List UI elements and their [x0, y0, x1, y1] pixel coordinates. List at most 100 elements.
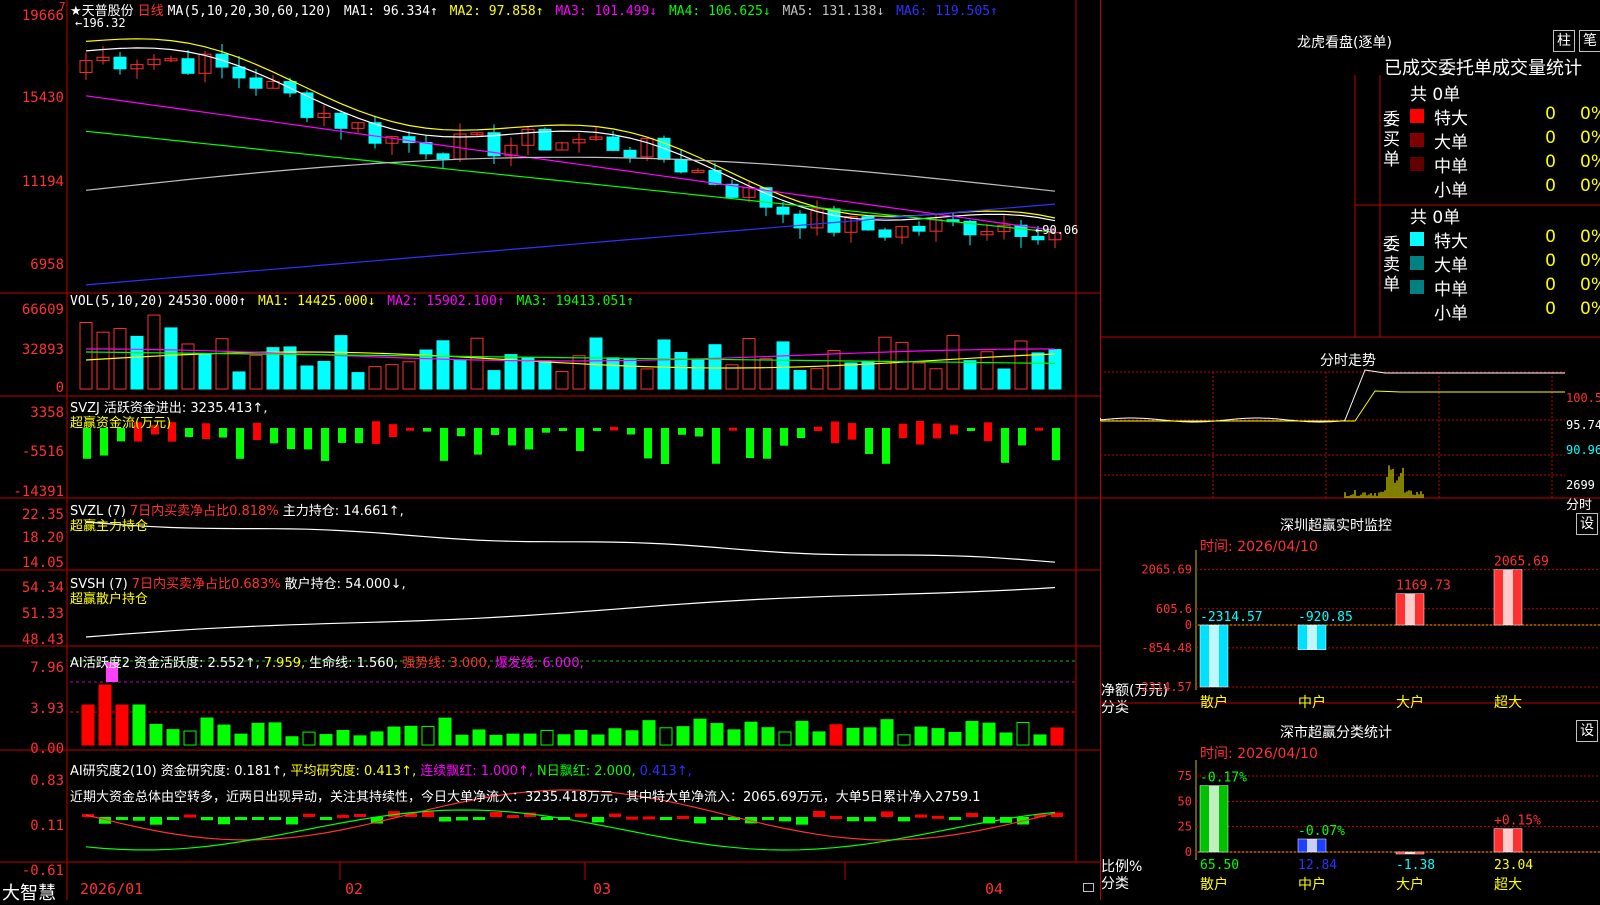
fund-flow-bar [814, 426, 822, 431]
research-bar [218, 817, 230, 825]
date-label-mar: 03 [593, 880, 612, 898]
fund-flow-bar [831, 421, 839, 444]
sell-s-name: 小单 [1434, 304, 1468, 324]
buy-s-pct: 0% [1580, 176, 1600, 196]
research-bar [269, 817, 281, 820]
sz-monitor-title: 深圳超赢实时监控 [1280, 518, 1392, 534]
volume-bar [147, 314, 161, 390]
research-bar [881, 811, 893, 817]
main-chart-header: ★天普股份 日线 MA(5,10,20,30,60,120) MA1: 96.334… [70, 0, 1002, 19]
fund-flow-bar [1035, 427, 1043, 431]
volume-bar [1031, 352, 1045, 390]
sell-row-xl: 特大 0 0% [1408, 227, 1600, 252]
vol-label: VOL(5,10,20) [70, 294, 164, 309]
volume-bar [487, 370, 501, 390]
research-bar [201, 817, 213, 821]
ai-active-t5: 爆发线: 6.000, [494, 656, 584, 671]
research-bar [150, 817, 162, 825]
fund-flow-bar [763, 428, 771, 459]
buy-row-m: 中单 0 0% [1408, 152, 1600, 177]
buy-xl-name: 特大 [1434, 109, 1468, 129]
fund-flow-bar [984, 422, 992, 442]
research-line [85, 809, 1056, 851]
price-tick-4: 6958 [30, 257, 64, 273]
ai-research-t3: 连续飘红: 1.000↑, [420, 764, 533, 779]
pen-view-button[interactable]: 笔 [1579, 30, 1600, 52]
volume-bar [215, 338, 229, 390]
volume-bar [844, 362, 858, 390]
date-label-feb: 02 [345, 880, 364, 898]
buy-s-name: 小单 [1434, 181, 1468, 201]
vol-tick-2: 32893 [21, 342, 64, 358]
dragon-header: 已成交委托单成交量统计 [1384, 58, 1582, 79]
activity-bar [897, 734, 911, 746]
research-bar [830, 815, 842, 819]
buy-m-name: 中单 [1434, 157, 1468, 177]
bar-view-button[interactable]: 柱 [1553, 30, 1575, 52]
svsh-tick-1: 54.34 [21, 580, 64, 596]
volume-bar [929, 368, 943, 390]
ai-active-t1: 资金活跃度: 2.552↑, [134, 656, 260, 671]
app-brand[interactable]: 大智慧 [2, 879, 56, 905]
activity-bar [744, 721, 758, 746]
fund-flow-bar [899, 423, 907, 439]
period-label[interactable]: 日线 [138, 4, 164, 19]
svzl-tick-3: 14.05 [21, 555, 64, 571]
ai-research-label: AI研究度2(10) [70, 764, 157, 779]
activity-bar [931, 728, 945, 746]
buy-m-swatch [1410, 157, 1424, 171]
activity-bar [455, 734, 469, 746]
candle-body [606, 136, 620, 151]
candle-body [249, 77, 263, 89]
fund-flow-bar [746, 428, 754, 459]
price-tick-1: 19666 [21, 8, 64, 24]
research-bar [575, 813, 587, 817]
volume-bar [368, 366, 382, 390]
candle-body [623, 149, 637, 158]
activity-bar [166, 729, 180, 746]
svzl-ratio: 7日内买卖净占比0.818% [129, 504, 279, 519]
volume-bar [691, 359, 705, 390]
buy-xl-pct: 0% [1580, 104, 1600, 124]
activity-bar [98, 684, 112, 746]
research-bar [286, 817, 298, 825]
fund-flow-bar [100, 428, 108, 456]
volume-bar [895, 341, 909, 390]
lock-icon[interactable] [1083, 883, 1094, 892]
activity-bar [761, 727, 775, 746]
activity-bar [336, 729, 350, 746]
volume-bar [912, 362, 926, 390]
activity-bar [200, 717, 214, 746]
activity-bar [608, 728, 622, 746]
ai-active-header: AI活跃度2 资金活跃度: 2.552↑, 7.959, 生命线: 1.560, 强势线… [70, 652, 588, 671]
sz-class-xlabel: 分类 [1101, 876, 1129, 892]
high-marker: ←196.32 [75, 16, 126, 30]
ai-research-header: AI研究度2(10) 资金研究度: 0.181↑, 平均研究度: 0.413↑, 连续… [70, 760, 696, 779]
fund-flow-bar [423, 428, 431, 432]
candle-body [436, 153, 450, 160]
activity-bar [370, 731, 384, 746]
candle-body [283, 81, 297, 94]
fund-flow-bar [236, 428, 244, 459]
activity-bar [863, 727, 877, 746]
activity-bar [591, 734, 605, 746]
volume-bar [317, 360, 331, 390]
buy-l-count: 0 [1545, 128, 1556, 148]
vol-ma2: MA2: 15902.100↑ [387, 294, 505, 309]
kline-chart-area[interactable]: ★天普股份 日线 MA(5,10,20,30,60,120) MA1: 96.334… [0, 0, 1100, 904]
research-bar [184, 814, 196, 818]
sz-monitor-xlabel: 分类 [1101, 700, 1129, 716]
svzj-subtitle: 超赢资金流(万元) [70, 416, 172, 431]
sz-class-time: 时间: 2026/04/10 [1200, 746, 1318, 762]
sz-class-settings-button[interactable]: 设 [1576, 720, 1598, 742]
svzl-holding: 主力持仓: 14.661↑, [282, 504, 404, 519]
vol-ma2-line [86, 348, 1055, 362]
sz-monitor-settings-button[interactable]: 设 [1576, 513, 1598, 535]
buy-side-label: 委买单 [1383, 110, 1400, 170]
ai-active-tick-1: 7.96 [30, 660, 64, 676]
fund-flow-bar [321, 428, 329, 461]
activity-bar [149, 723, 163, 746]
activity-bar [489, 734, 503, 746]
candle-body [113, 56, 127, 70]
ma60-line [85, 156, 1056, 192]
